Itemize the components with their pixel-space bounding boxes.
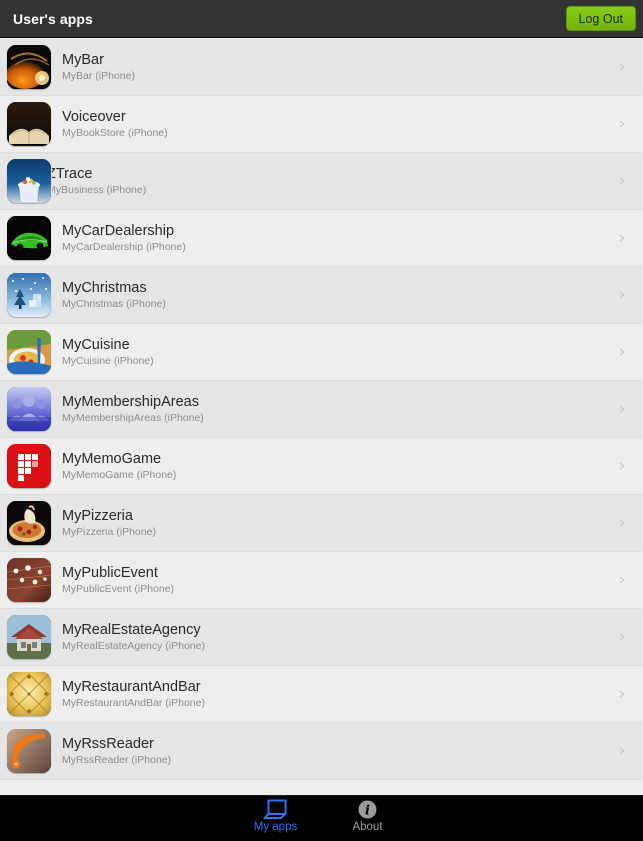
list-item[interactable]: MyCuisine MyCuisine (iPhone) › (0, 324, 643, 381)
chevron-right-icon[interactable]: › (607, 628, 637, 646)
list-item[interactable]: MyMemoGame MyMemoGame (iPhone) › (0, 438, 643, 495)
app-screen: User's apps Log Out MyBar MyBar (iPhone) ›… (0, 0, 643, 841)
ztrace-icon (7, 159, 51, 203)
list-item-title: MyMemoGame (62, 450, 162, 467)
chevron-right-icon[interactable]: › (607, 457, 637, 475)
list-item[interactable]: Voiceover MyBookStore (iPhone) › (0, 96, 643, 153)
list-item-text: MyMembershipAreas MyMembershipAreas (iPho… (62, 394, 607, 425)
list-item[interactable]: MyPizzeria MyPizzeria (iPhone) › (0, 495, 643, 552)
mychristmas-icon (7, 273, 51, 317)
list-item-title: MyCuisine (62, 336, 130, 353)
tab-about[interactable]: i About (322, 796, 414, 833)
chevron-right-icon[interactable]: › (607, 115, 637, 133)
list-item-title: MyPublicEvent (62, 564, 158, 581)
list-item-subtitle: MyBookStore (iPhone) (62, 126, 168, 139)
list-item-text: MyBar MyBar (iPhone) (62, 52, 607, 83)
list-item-title: MyMembershipAreas (62, 393, 199, 410)
chevron-right-icon[interactable]: › (607, 742, 637, 760)
chevron-right-icon[interactable]: › (607, 571, 637, 589)
list-item-text: MyRssReader MyRssReader (iPhone) (62, 736, 607, 767)
windows-icon (230, 799, 322, 820)
voiceover-icon (7, 102, 51, 146)
list-item-title: MyRssReader (62, 735, 154, 752)
list-item-subtitle: MyCarDealership (iPhone) (62, 240, 186, 253)
list-item[interactable]: MyBar MyBar (iPhone) › (0, 39, 643, 96)
list-item-title: MyRealEstateAgency (62, 621, 201, 638)
list-item[interactable]: MyMembershipAreas MyMembershipAreas (iPho… (0, 381, 643, 438)
chevron-right-icon[interactable]: › (607, 172, 637, 190)
list-item[interactable]: MyCarDealership MyCarDealership (iPhone) › (0, 210, 643, 267)
tab-bar: My apps i About (0, 795, 643, 841)
list-item-text: MyPublicEvent MyPublicEvent (iPhone) (62, 565, 607, 596)
list-item-subtitle: MyRestaurantAndBar (iPhone) (62, 696, 205, 709)
mybar-icon (7, 45, 51, 89)
list-item-text: MyPizzeria MyPizzeria (iPhone) (62, 508, 607, 539)
list-item-subtitle: MyCuisine (iPhone) (62, 354, 154, 367)
chevron-right-icon[interactable]: › (607, 229, 637, 247)
chevron-right-icon[interactable]: › (607, 286, 637, 304)
list-item-subtitle: MyMembershipAreas (iPhone) (62, 411, 204, 424)
logout-button[interactable]: Log Out (565, 6, 636, 31)
chevron-right-icon[interactable]: › (607, 514, 637, 532)
info-icon: i (322, 799, 414, 820)
list-item-text: MyMemoGame MyMemoGame (iPhone) (62, 451, 607, 482)
list-item-text: Voiceover MyBookStore (iPhone) (62, 109, 607, 140)
list-item-text: MyCuisine MyCuisine (iPhone) (62, 337, 607, 368)
chevron-right-icon[interactable]: › (607, 400, 637, 418)
list-item-title: MyRestaurantAndBar (62, 678, 201, 695)
svg-text:i: i (365, 804, 370, 819)
app-list[interactable]: MyBar MyBar (iPhone) › Voiceover MyBookStore… (0, 39, 643, 795)
mypublicevent-icon (7, 558, 51, 602)
list-item-text: MyRealEstateAgency MyRealEstateAgency (iP… (62, 622, 607, 653)
list-item-title: MyBar (62, 51, 104, 68)
list-item-text: MyCarDealership MyCarDealership (iPhone) (62, 223, 607, 254)
list-item[interactable]: MyPublicEvent MyPublicEvent (iPhone) › (0, 552, 643, 609)
chevron-right-icon[interactable]: › (607, 685, 637, 703)
page-title: User's apps (13, 10, 93, 27)
mycardealership-icon (7, 216, 51, 260)
list-item-text: MyChristmas MyChristmas (iPhone) (62, 280, 607, 311)
mymemogame-icon (7, 444, 51, 488)
tab-my-apps[interactable]: My apps (230, 796, 322, 833)
list-item-subtitle: MyBusiness (iPhone) (47, 183, 147, 196)
list-item-subtitle: MyChristmas (iPhone) (62, 297, 166, 310)
list-item-title: ZTrace (47, 165, 93, 182)
myrealestateagency-icon (7, 615, 51, 659)
header-bar: User's apps Log Out (0, 0, 643, 38)
list-item-text: ZTrace MyBusiness (iPhone) (47, 165, 603, 197)
list-item-title: Voiceover (62, 108, 126, 125)
list-item[interactable]: MyRssReader MyRssReader (iPhone) › (0, 723, 643, 780)
list-item-subtitle: MyMemoGame (iPhone) (62, 468, 177, 481)
list-item[interactable]: ZTrace MyBusiness (iPhone) › (0, 153, 643, 210)
list-item-title: MyChristmas (62, 279, 147, 296)
list-item-subtitle: MyRealEstateAgency (iPhone) (62, 639, 205, 652)
list-item[interactable]: MyRealEstateAgency MyRealEstateAgency (iP… (0, 609, 643, 666)
list-item[interactable]: MyRestaurantAndBar MyRestaurantAndBar (iP… (0, 666, 643, 723)
tab-label-my-apps: My apps (253, 821, 298, 833)
list-item-text: MyRestaurantAndBar MyRestaurantAndBar (iP… (62, 679, 607, 710)
list-item-subtitle: MyRssReader (iPhone) (62, 753, 172, 766)
list-item-subtitle: MyBar (iPhone) (62, 69, 135, 82)
mypizzeria-icon (7, 501, 51, 545)
mymembershipareas-icon (7, 387, 51, 431)
list-item-subtitle: MyPublicEvent (iPhone) (62, 582, 175, 595)
tab-label-about: About (352, 821, 383, 833)
list-item-title: MyPizzeria (62, 507, 133, 524)
chevron-right-icon[interactable]: › (607, 58, 637, 76)
myrssreader-icon (7, 729, 51, 773)
list-item-title: MyCarDealership (62, 222, 175, 239)
chevron-right-icon[interactable]: › (607, 343, 637, 361)
list-item-subtitle: MyPizzeria (iPhone) (62, 525, 156, 538)
list-item[interactable]: MyChristmas MyChristmas (iPhone) › (0, 267, 643, 324)
myrestaurantandbar-icon (7, 672, 51, 716)
mycuisine-icon (7, 330, 51, 374)
